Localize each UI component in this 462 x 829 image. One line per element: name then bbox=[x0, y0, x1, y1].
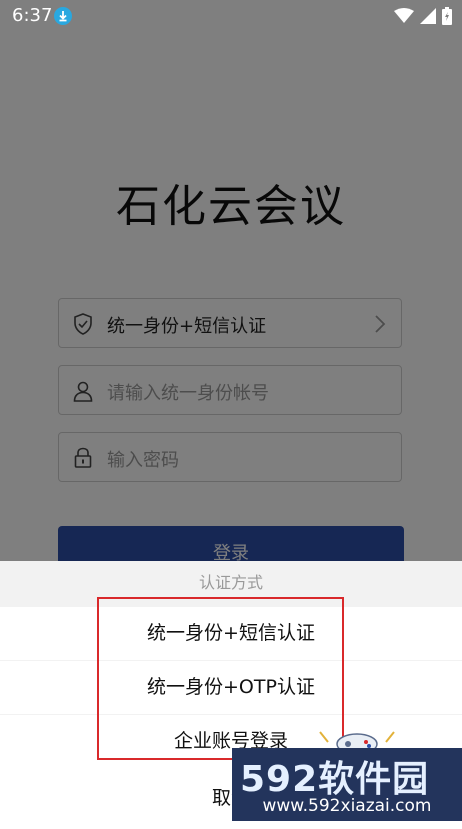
status-time: 6:37 bbox=[12, 5, 53, 26]
download-icon bbox=[54, 7, 72, 25]
watermark-url: www.592xiazai.com bbox=[262, 796, 432, 816]
status-bar: 6:37 bbox=[0, 0, 462, 32]
signal-icon bbox=[420, 8, 436, 24]
system-icons bbox=[394, 6, 452, 26]
highlight-box bbox=[97, 597, 344, 760]
battery-icon bbox=[442, 7, 452, 25]
wifi-icon bbox=[394, 8, 414, 23]
watermark-brand: 592软件园 bbox=[240, 759, 430, 800]
watermark: 592软件园 www.592xiazai.com bbox=[232, 748, 462, 821]
